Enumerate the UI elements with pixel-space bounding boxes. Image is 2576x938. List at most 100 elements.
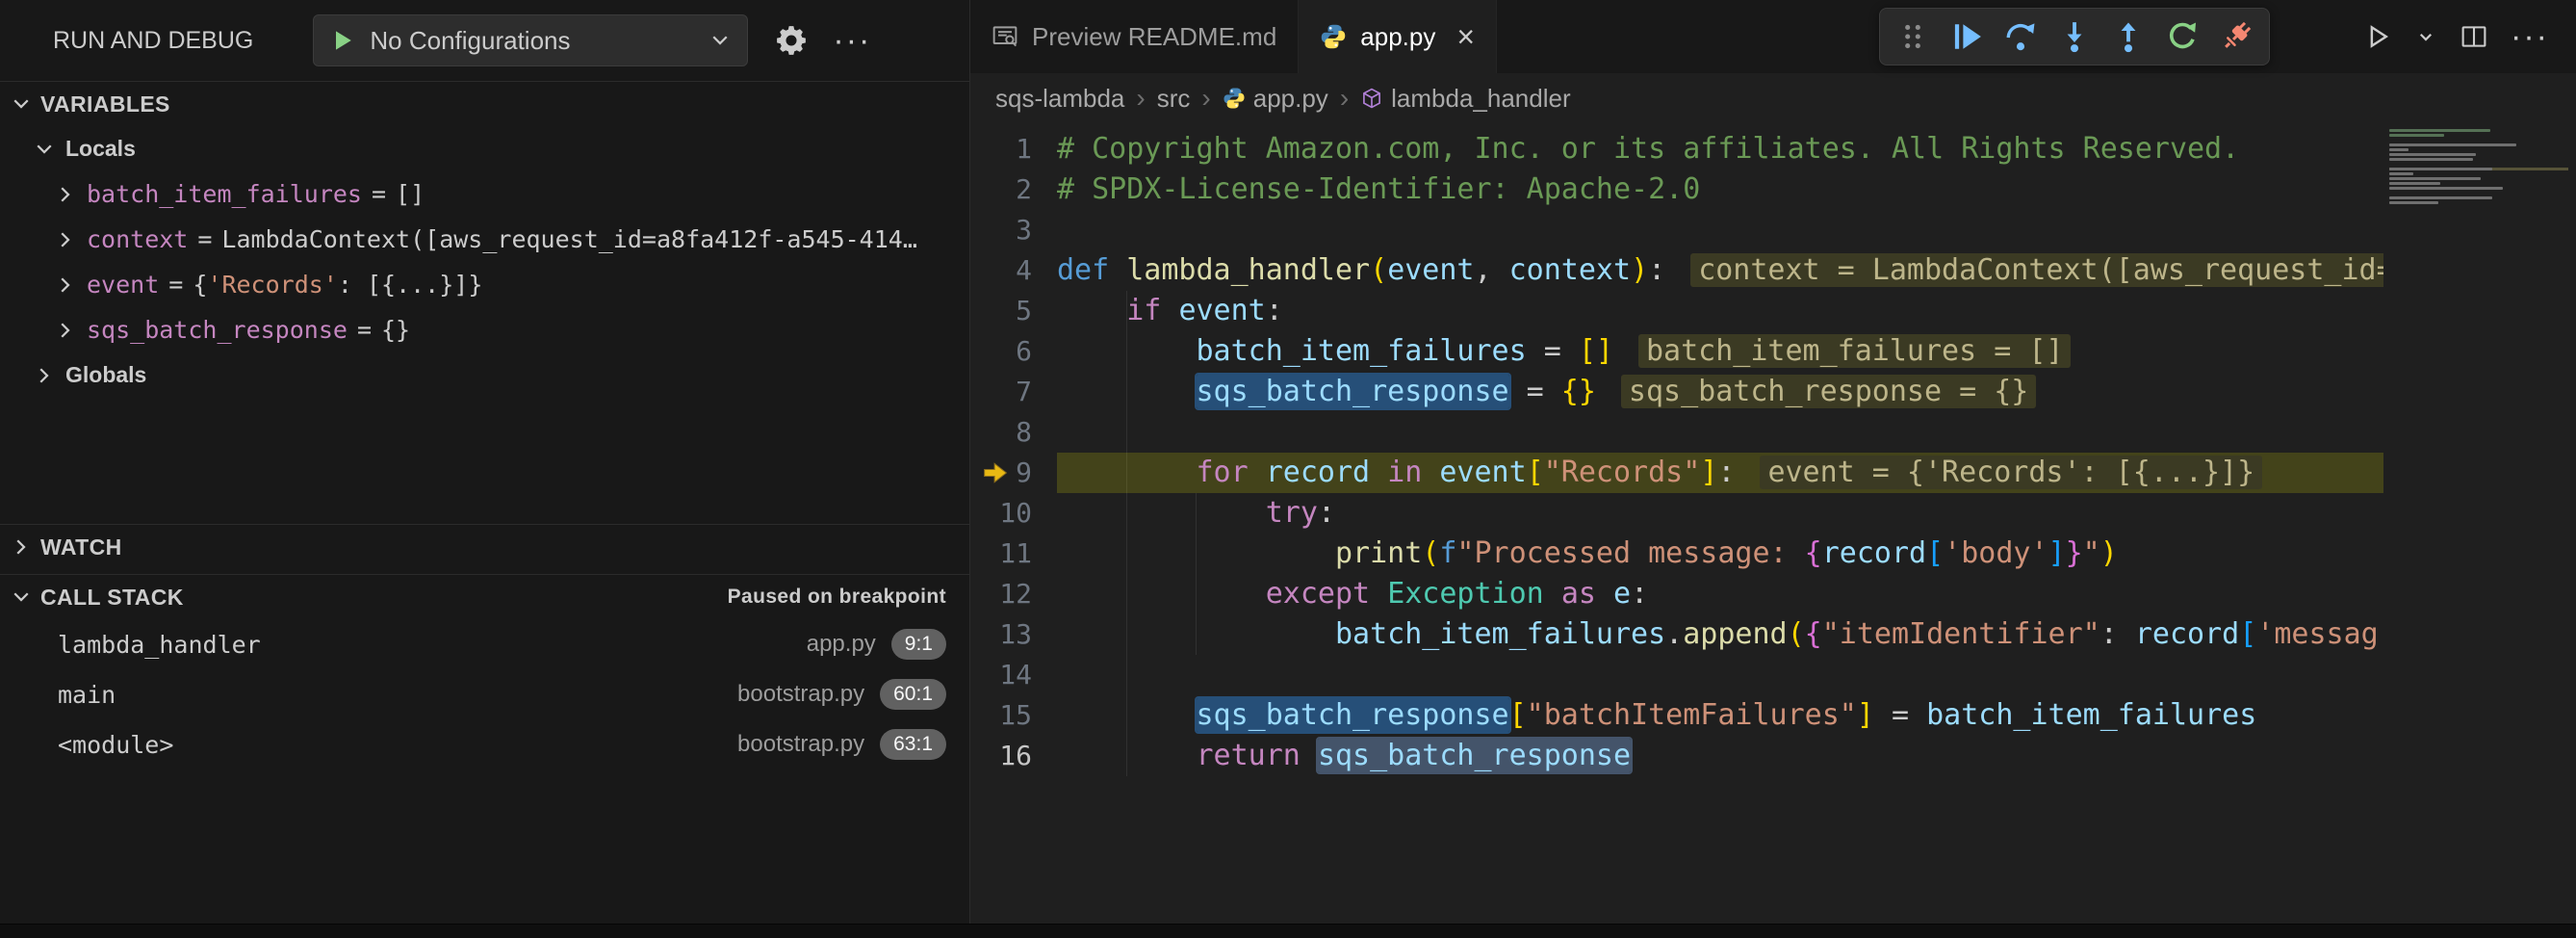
watch-section-header[interactable]: WATCH xyxy=(0,525,969,569)
step-out-button[interactable] xyxy=(2103,13,2153,60)
code-editor[interactable]: 1# Copyright Amazon.com, Inc. or its aff… xyxy=(970,123,2576,938)
line-number[interactable]: 11 xyxy=(970,534,1057,574)
equals-sign: = xyxy=(197,225,212,253)
gear-icon[interactable] xyxy=(775,24,808,57)
line-number[interactable]: 13 xyxy=(970,614,1057,655)
minimap-line xyxy=(2389,139,2568,142)
breadcrumb-item-app-py[interactable]: app.py xyxy=(1223,84,1328,114)
debug-config-dropdown[interactable]: No Configurations xyxy=(313,14,748,66)
restart-button[interactable] xyxy=(2157,13,2207,60)
code-line-1[interactable]: 1# Copyright Amazon.com, Inc. or its aff… xyxy=(970,129,2383,169)
step-over-button[interactable] xyxy=(1996,13,2046,60)
breadcrumb-item-lambda-handler[interactable]: lambda_handler xyxy=(1360,84,1570,114)
code-line-5[interactable]: 5 if event: xyxy=(970,291,2383,331)
variable-name: sqs_batch_response xyxy=(87,316,348,344)
variables-section-header[interactable]: VARIABLES xyxy=(0,82,969,126)
chevron-right-icon xyxy=(54,183,77,206)
disconnect-button[interactable] xyxy=(2211,13,2261,60)
variables-group-globals[interactable]: Globals xyxy=(0,352,969,398)
code-line-4[interactable]: 4def lambda_handler(event, context):cont… xyxy=(970,250,2383,291)
breadcrumb-separator-icon: › xyxy=(1134,83,1146,114)
variable-name: event xyxy=(87,271,159,299)
stack-frame-lambda-handler[interactable]: lambda_handlerapp.py9:1 xyxy=(0,619,969,669)
code-line-13[interactable]: 13 batch_item_failures.append({"itemIden… xyxy=(970,614,2383,655)
line-number[interactable]: 7 xyxy=(970,372,1057,412)
breadcrumb-item-src[interactable]: src xyxy=(1157,84,1191,114)
code-line-15[interactable]: 15 sqs_batch_response["batchItemFailures… xyxy=(970,695,2383,736)
frame-name: lambda_handler xyxy=(58,631,807,659)
line-number[interactable]: 1 xyxy=(970,129,1057,169)
code-line-9[interactable]: 9 for record in event["Records"]:event =… xyxy=(970,453,2383,493)
variable-context[interactable]: context=LambdaContext([aws_request_id=a8… xyxy=(0,217,969,262)
stack-frame-main[interactable]: mainbootstrap.py60:1 xyxy=(0,669,969,719)
code-line-10[interactable]: 10 try: xyxy=(970,493,2383,534)
minimap-line xyxy=(2389,168,2568,170)
run-dropdown-chevron-button[interactable] xyxy=(2407,25,2445,48)
paused-status-text: Paused on breakpoint xyxy=(728,586,946,609)
line-number[interactable]: 16 xyxy=(970,736,1057,776)
variables-tree: Localsbatch_item_failures=[]context=Lamb… xyxy=(0,126,969,398)
line-number[interactable]: 14 xyxy=(970,655,1057,695)
breadcrumb-item-sqs-lambda[interactable]: sqs-lambda xyxy=(995,84,1124,114)
code-text: except Exception as e: xyxy=(1057,574,1648,614)
debug-inline-value: context = LambdaContext([aws_request_id=… xyxy=(1690,253,2383,287)
variable-sqs-batch-response[interactable]: sqs_batch_response = {} xyxy=(0,307,969,352)
code-line-3[interactable]: 3 xyxy=(970,210,2383,250)
tab-app-py[interactable]: app.py× xyxy=(1299,0,1497,73)
start-debugging-icon[interactable] xyxy=(329,27,356,54)
split-editor-button[interactable] xyxy=(2453,23,2495,50)
more-actions-icon[interactable]: ··· xyxy=(833,24,871,57)
code-line-8[interactable]: 8 xyxy=(970,412,2383,453)
frame-line-badge: 9:1 xyxy=(891,629,946,660)
line-number[interactable]: 3 xyxy=(970,210,1057,250)
variables-group-locals[interactable]: Locals xyxy=(0,126,969,171)
code-line-2[interactable]: 2# SPDX-License-Identifier: Apache-2.0 xyxy=(970,169,2383,210)
line-number[interactable]: 15 xyxy=(970,695,1057,736)
line-number[interactable]: 10 xyxy=(970,493,1057,534)
markdown-preview-icon xyxy=(992,23,1018,50)
tab-preview-readme-md[interactable]: Preview README.md xyxy=(970,0,1299,73)
code-line-16[interactable]: 16 return sqs_batch_response xyxy=(970,736,2383,776)
variable-value: {} xyxy=(381,316,410,344)
code-line-7[interactable]: 7 sqs_batch_response = {}sqs_batch_respo… xyxy=(970,372,2383,412)
chevron-right-icon xyxy=(54,228,77,251)
window-bottom-edge xyxy=(0,924,2576,938)
line-number[interactable]: 6 xyxy=(970,331,1057,372)
close-icon[interactable]: × xyxy=(1456,21,1475,52)
config-dropdown-label: No Configurations xyxy=(370,26,695,56)
run-python-file-button[interactable] xyxy=(2357,23,2399,50)
breadcrumb-label: app.py xyxy=(1253,84,1328,114)
minimap-line xyxy=(2389,187,2568,190)
frame-name: main xyxy=(58,681,737,709)
variable-batch-item-failures[interactable]: batch_item_failures=[] xyxy=(0,171,969,217)
line-number[interactable]: 5 xyxy=(970,291,1057,331)
minimap[interactable] xyxy=(2389,129,2568,206)
line-number[interactable]: 12 xyxy=(970,574,1057,614)
drag-handle-button[interactable] xyxy=(1888,13,1938,60)
editor-more-actions-button[interactable]: ··· xyxy=(2503,20,2557,53)
code-lines: 1# Copyright Amazon.com, Inc. or its aff… xyxy=(970,123,2383,776)
call-stack-section-header[interactable]: CALL STACK Paused on breakpoint xyxy=(0,575,969,619)
editor-group: Preview README.mdapp.py× ··· sqs-lambda›… xyxy=(970,0,2576,938)
frame-name: <module> xyxy=(58,731,737,759)
step-into-button[interactable] xyxy=(2049,13,2099,60)
code-line-14[interactable]: 14 xyxy=(970,655,2383,695)
frame-line-badge: 63:1 xyxy=(880,729,946,760)
code-text: sqs_batch_response["batchItemFailures"] … xyxy=(1057,695,2256,736)
python-icon xyxy=(1320,23,1347,50)
variable-event[interactable]: event={'Records': [{...}]} xyxy=(0,262,969,307)
line-number[interactable]: 4 xyxy=(970,250,1057,291)
debug-inline-value: event = {'Records': [{...}]} xyxy=(1760,456,2262,489)
stack-frame-module[interactable]: <module>bootstrap.py63:1 xyxy=(0,719,969,769)
code-line-12[interactable]: 12 except Exception as e: xyxy=(970,574,2383,614)
symbol-method-icon xyxy=(1360,87,1383,110)
equals-sign: = xyxy=(357,316,372,344)
code-line-11[interactable]: 11 print(f"Processed message: {record['b… xyxy=(970,534,2383,574)
code-line-6[interactable]: 6 batch_item_failures = []batch_item_fai… xyxy=(970,331,2383,372)
line-number[interactable]: 2 xyxy=(970,169,1057,210)
code-text: try: xyxy=(1057,493,1335,534)
code-text: # Copyright Amazon.com, Inc. or its affi… xyxy=(1057,129,2239,169)
continue-button[interactable] xyxy=(1942,13,1992,60)
restart-icon xyxy=(2166,20,2199,53)
line-number[interactable]: 8 xyxy=(970,412,1057,453)
